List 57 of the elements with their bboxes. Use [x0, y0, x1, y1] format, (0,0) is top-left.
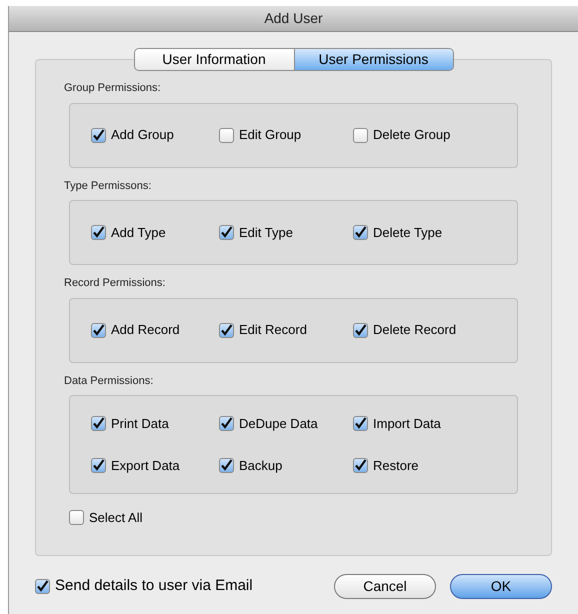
checkbox-option[interactable]: Edit Type: [219, 222, 353, 242]
checkbox[interactable]: [91, 458, 106, 473]
tab[interactable]: User Permissions: [294, 49, 452, 70]
checkmark-icon: [220, 226, 233, 239]
checkbox-option[interactable]: Delete Type: [353, 222, 487, 242]
checkbox-option[interactable]: Print Data: [91, 414, 219, 434]
checkbox[interactable]: [219, 225, 234, 240]
group-heading: Record Permissions:: [64, 276, 166, 291]
checkbox[interactable]: [91, 225, 106, 240]
tab[interactable]: User Information: [134, 49, 294, 70]
checkmark-icon: [354, 417, 367, 430]
checkbox-option[interactable]: Edit Record: [219, 320, 353, 340]
checkbox[interactable]: [219, 322, 234, 338]
checkmark-icon: [354, 458, 367, 472]
checkbox-option[interactable]: Import Data: [353, 414, 487, 434]
checkbox[interactable]: [353, 225, 368, 240]
checkbox-option[interactable]: DeDupe Data: [219, 414, 353, 434]
checkmark-icon: [354, 226, 367, 239]
checkmark-icon: [92, 324, 105, 336]
ok-button[interactable]: OK: [450, 574, 552, 599]
checkmark-icon: [92, 226, 105, 239]
checkmark-icon: [36, 580, 49, 593]
window-title: Add User: [264, 9, 323, 28]
checkmark-icon: [220, 417, 233, 430]
group-heading: Type Permissons:: [64, 178, 152, 194]
checkbox[interactable]: [35, 579, 50, 594]
checkbox-option[interactable]: Export Data: [91, 456, 219, 475]
checkmark-icon: [354, 324, 367, 336]
checkbox[interactable]: [353, 416, 368, 432]
checkbox[interactable]: [91, 322, 106, 338]
checkbox-option[interactable]: Add Type: [91, 222, 219, 242]
checkbox[interactable]: [353, 458, 368, 473]
group-heading: Data Permissions:: [64, 374, 154, 388]
checkmark-icon: [92, 458, 105, 472]
checkbox[interactable]: [219, 416, 234, 432]
checkbox[interactable]: [353, 128, 368, 142]
cancel-button[interactable]: Cancel: [334, 574, 436, 599]
checkbox[interactable]: [91, 416, 106, 432]
checkbox-option[interactable]: Restore: [353, 456, 487, 475]
group-heading: Group Permissions:: [64, 81, 162, 96]
checkbox[interactable]: [219, 458, 234, 473]
checkbox[interactable]: [91, 128, 106, 142]
checkbox-option[interactable]: Add Record: [91, 320, 219, 340]
checkbox-option[interactable]: Delete Record: [353, 320, 487, 340]
checkbox-option[interactable]: Add Group: [91, 125, 219, 145]
checkbox-option[interactable]: Send details to user via Email: [35, 575, 253, 598]
checkmark-icon: [220, 324, 233, 336]
checkmark-icon: [92, 128, 105, 142]
checkbox-option[interactable]: Delete Group: [353, 125, 487, 145]
checkbox-option[interactable]: Edit Group: [219, 125, 353, 145]
checkbox[interactable]: [69, 510, 84, 526]
checkbox[interactable]: [353, 322, 368, 338]
checkbox-option[interactable]: Backup: [219, 456, 353, 475]
checkmark-icon: [92, 417, 105, 430]
checkbox-option[interactable]: Select All: [69, 508, 543, 528]
checkmark-icon: [220, 458, 233, 472]
checkbox[interactable]: [219, 128, 234, 142]
